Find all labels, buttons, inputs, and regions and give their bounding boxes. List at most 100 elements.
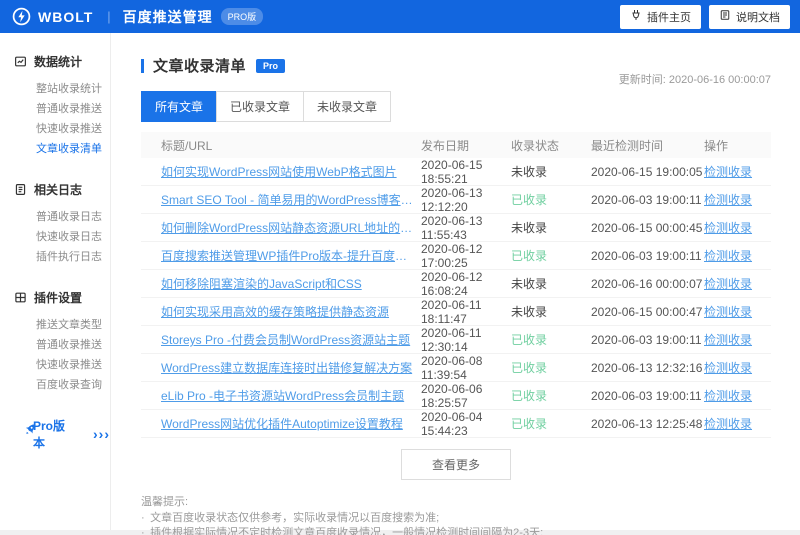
chevrons-right-icon: ››› (93, 426, 110, 442)
rocket-icon (13, 424, 35, 441)
tab-filter[interactable]: 所有文章 (141, 91, 218, 122)
sidebar-item[interactable]: 整站收录统计 (0, 79, 110, 99)
sidebar-item[interactable]: 普通收录推送 (0, 335, 110, 355)
status-badge: 未收录 (511, 221, 548, 235)
article-title-link[interactable]: Storeys Pro -付费会员制WordPress资源站主题 (161, 331, 416, 348)
title-cell: 如何删除WordPress网站静态资源URL地址的查询字符串 (141, 219, 421, 236)
load-more-wrap: 查看更多 (141, 449, 771, 480)
article-title-link[interactable]: 如何实现WordPress网站使用WebP格式图片 (161, 163, 416, 180)
title-cell: Smart SEO Tool - 简单易用的WordPress博客SEO优化插件 (141, 191, 421, 208)
check-inclusion-link[interactable]: 检测收录 (704, 277, 752, 291)
check-inclusion-link[interactable]: 检测收录 (704, 249, 752, 263)
check-inclusion-link[interactable]: 检测收录 (704, 221, 752, 235)
table-row: WordPress建立数据库连接时出错修复解决方案 2020-06-08 11:3… (141, 354, 771, 382)
title-cell: WordPress建立数据库连接时出错修复解决方案 (141, 359, 421, 376)
last-check-time: 2020-06-15 19:00:05 (591, 164, 703, 179)
check-inclusion-link[interactable]: 检测收录 (704, 305, 752, 319)
title-cell: eLib Pro -电子书资源站WordPress会员制主题 (141, 387, 421, 404)
docs-button[interactable]: 说明文档 (709, 4, 790, 29)
sidebar-item[interactable]: 快速收录推送 (0, 119, 110, 139)
action-cell: 检测收录 (704, 387, 771, 404)
check-inclusion-link[interactable]: 检测收录 (704, 193, 752, 207)
column-header: 收录状态 (511, 138, 560, 153)
article-title-link[interactable]: Smart SEO Tool - 简单易用的WordPress博客SEO优化插件 (161, 191, 416, 208)
title-cell: 如何移除阻塞渲染的JavaScript和CSS (141, 275, 421, 292)
log-icon (14, 183, 27, 196)
title-cell: 如何实现采用高效的缓存策略提供静态资源 (141, 303, 421, 320)
article-title-link[interactable]: WordPress网站优化插件Autoptimize设置教程 (161, 415, 416, 432)
article-title-link[interactable]: 如何实现采用高效的缓存策略提供静态资源 (161, 303, 416, 320)
status-badge: 已收录 (511, 249, 548, 263)
sidebar-section: 数据统计整站收录统计 普通收录推送 快速收录推送 文章收录清单 (0, 53, 110, 159)
check-inclusion-link[interactable]: 检测收录 (704, 361, 752, 375)
sidebar-section-header: 相关日志 (0, 181, 110, 198)
logo-text: WBOLT (38, 8, 94, 25)
sidebar-sections: 数据统计整站收录统计 普通收录推送 快速收录推送 文章收录清单相关日志普通收录日志 快速… (0, 53, 110, 395)
last-check-time: 2020-06-03 19:00:11 (591, 248, 702, 263)
publish-date: 2020-06-08 11:39:54 (421, 353, 483, 382)
sidebar-item[interactable]: 推送文章类型 (0, 315, 110, 335)
sidebar-section-header: 数据统计 (0, 53, 110, 70)
check-inclusion-link[interactable]: 检测收录 (704, 165, 752, 179)
publish-date: 2020-06-04 15:44:23 (421, 409, 483, 438)
tabs-row: 所有文章 已收录文章 未收录文章 (141, 91, 771, 122)
last-check-time: 2020-06-16 00:00:07 (591, 276, 703, 291)
page-title: 文章收录清单 (153, 58, 247, 75)
tips-block: 温馨提示: 文章百度收录状态仅供参考，实际收录情况以百度搜索为准;插件根据实际情… (141, 495, 771, 535)
load-more-button[interactable]: 查看更多 (400, 449, 511, 480)
last-check-time: 2020-06-03 19:00:11 (591, 332, 702, 347)
tab-filter[interactable]: 已收录文章 (216, 91, 305, 122)
settings-grid-icon (14, 291, 27, 304)
last-check-time: 2020-06-15 00:00:47 (591, 304, 703, 319)
action-cell: 检测收录 (704, 303, 771, 320)
sidebar-item[interactable]: 普通收录推送 (0, 99, 110, 119)
sidebar-section-title: 相关日志 (34, 183, 83, 197)
pro-version-label: Pro版本 (33, 419, 66, 450)
plugin-home-label: 插件主页 (647, 11, 691, 24)
article-title-link[interactable]: 如何移除阻塞渲染的JavaScript和CSS (161, 275, 416, 292)
doc-icon (719, 9, 731, 24)
action-cell: 检测收录 (704, 331, 771, 348)
sidebar-pro-link[interactable]: Pro版本 ››› (0, 417, 110, 451)
plugin-home-button[interactable]: 插件主页 (620, 4, 701, 29)
check-inclusion-link[interactable]: 检测收录 (704, 333, 752, 347)
last-check-time: 2020-06-13 12:25:48 (591, 416, 703, 431)
app-title: 百度推送管理 (122, 8, 213, 25)
article-title-link[interactable]: WordPress建立数据库连接时出错修复解决方案 (161, 359, 416, 376)
sidebar-section-title: 数据统计 (34, 55, 83, 69)
status-badge: 已收录 (511, 361, 548, 375)
table-row: 如何删除WordPress网站静态资源URL地址的查询字符串 2020-06-13… (141, 214, 771, 242)
sidebar-item[interactable]: 插件执行日志 (0, 247, 110, 267)
chart-icon (14, 55, 27, 68)
tip-line: 文章百度收录状态仅供参考，实际收录情况以百度搜索为准; (141, 511, 771, 526)
plug-icon (630, 9, 642, 24)
table-row: Storeys Pro -付费会员制WordPress资源站主题 2020-06-… (141, 326, 771, 354)
title-accent-bar (141, 58, 144, 73)
check-inclusion-link[interactable]: 检测收录 (704, 389, 752, 403)
article-title-link[interactable]: 百度搜索推送管理WP插件Pro版本-提升百度收录效率 (161, 247, 416, 264)
sidebar-item[interactable]: 百度收录查询 (0, 375, 110, 395)
sidebar-item[interactable]: 文章收录清单 (0, 139, 110, 159)
sidebar: 数据统计整站收录统计 普通收录推送 快速收录推送 文章收录清单相关日志普通收录日志 快速… (0, 33, 110, 530)
status-badge: 已收录 (511, 417, 548, 431)
title-cell: WordPress网站优化插件Autoptimize设置教程 (141, 415, 421, 432)
sidebar-item[interactable]: 普通收录日志 (0, 207, 110, 227)
publish-date: 2020-06-15 18:55:21 (421, 157, 483, 186)
tab-filter[interactable]: 未收录文章 (303, 91, 392, 122)
sidebar-item[interactable]: 快速收录推送 (0, 355, 110, 375)
check-inclusion-link[interactable]: 检测收录 (704, 417, 752, 431)
status-badge: 未收录 (511, 305, 548, 319)
publish-date: 2020-06-06 18:25:57 (421, 381, 483, 410)
article-title-link[interactable]: eLib Pro -电子书资源站WordPress会员制主题 (161, 387, 416, 404)
table-row: Smart SEO Tool - 简单易用的WordPress博客SEO优化插件… (141, 186, 771, 214)
table-header-row: 标题/URL 发布日期 收录状态 最近检测时间 操作 (141, 132, 771, 158)
update-time: 更新时间: 2020-06-16 00:00:07 (618, 74, 771, 86)
article-title-link[interactable]: 如何删除WordPress网站静态资源URL地址的查询字符串 (161, 219, 416, 236)
publish-date: 2020-06-11 12:30:14 (421, 325, 482, 354)
pro-feature-badge: Pro (256, 58, 286, 73)
action-cell: 检测收录 (704, 247, 771, 264)
title-cell: 如何实现WordPress网站使用WebP格式图片 (141, 163, 421, 180)
sidebar-item[interactable]: 快速收录日志 (0, 227, 110, 247)
status-badge: 已收录 (511, 193, 548, 207)
column-header: 操作 (704, 138, 729, 153)
